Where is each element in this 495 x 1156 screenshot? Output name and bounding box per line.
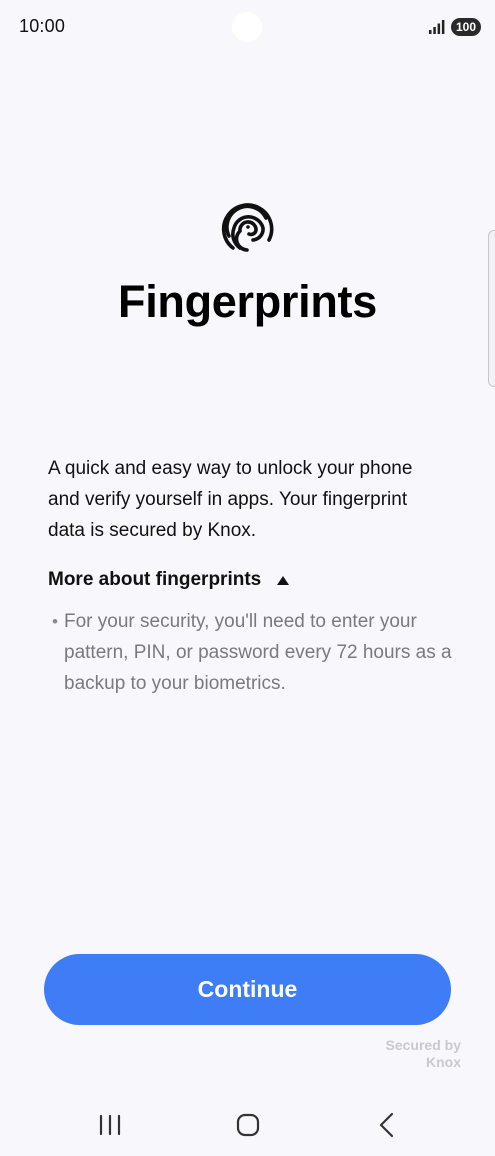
signal-icon bbox=[429, 20, 445, 34]
recents-icon[interactable] bbox=[98, 1114, 122, 1136]
caret-up-icon bbox=[277, 575, 290, 585]
camera-cutout bbox=[232, 12, 262, 42]
security-bullet: • For your security, you'll need to ente… bbox=[52, 606, 452, 699]
continue-button[interactable]: Continue bbox=[44, 954, 451, 1025]
back-icon[interactable] bbox=[377, 1112, 397, 1138]
secured-by-knox: Secured by Knox bbox=[341, 1037, 461, 1071]
more-about-label: More about fingerprints bbox=[48, 569, 262, 590]
navigation-bar bbox=[0, 1096, 495, 1156]
status-time: 10:00 bbox=[19, 16, 66, 36]
page-title: Fingerprints bbox=[118, 276, 377, 327]
home-icon[interactable] bbox=[236, 1113, 260, 1137]
secured-by-text: Secured by bbox=[385, 1037, 461, 1053]
bullet-dot-icon: • bbox=[52, 612, 58, 631]
fingerprint-icon bbox=[221, 203, 274, 252]
battery-icon: 100 bbox=[451, 18, 481, 36]
bullet-text: For your security, you'll need to enter … bbox=[64, 611, 452, 694]
fingerprints-setup-screen: 10:00 100 Fingerprints A quick and easy … bbox=[0, 0, 495, 1156]
knox-text: Knox bbox=[426, 1054, 461, 1070]
more-about-fingerprints-toggle[interactable]: More about fingerprints bbox=[48, 566, 290, 594]
status-bar: 10:00 100 bbox=[0, 0, 495, 56]
description-text: A quick and easy way to unlock your phon… bbox=[48, 458, 413, 541]
